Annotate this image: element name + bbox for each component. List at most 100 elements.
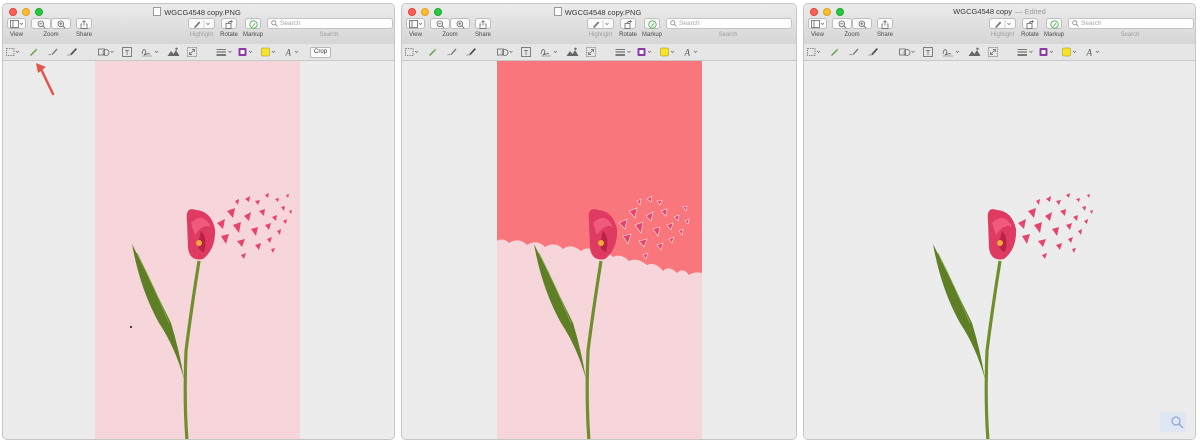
text-tool[interactable]: T bbox=[923, 47, 933, 57]
border-color-tool[interactable] bbox=[637, 47, 653, 57]
sign-tool[interactable] bbox=[942, 47, 961, 57]
text-style-tool[interactable]: A bbox=[285, 47, 301, 57]
adjust-size-tool[interactable] bbox=[586, 47, 596, 57]
sidebar-icon bbox=[811, 20, 824, 28]
svg-text:T: T bbox=[926, 50, 931, 57]
zoom-in-button[interactable] bbox=[51, 18, 71, 29]
zoom-out-button[interactable] bbox=[430, 18, 450, 29]
text-style-tool[interactable]: A bbox=[1086, 47, 1102, 57]
search-icon bbox=[1072, 20, 1079, 27]
adjust-color-tool[interactable] bbox=[566, 47, 579, 57]
draw-tool[interactable] bbox=[67, 47, 78, 57]
border-color-tool[interactable] bbox=[1039, 47, 1055, 57]
sketch-tool[interactable] bbox=[48, 47, 59, 57]
document-area bbox=[3, 61, 394, 439]
watermark-logo bbox=[1160, 412, 1186, 432]
fill-color-icon bbox=[660, 47, 675, 57]
markup-label: Markup bbox=[1043, 32, 1064, 38]
view-button[interactable] bbox=[808, 18, 827, 29]
markup-button[interactable] bbox=[644, 18, 660, 29]
markup-label: Markup bbox=[641, 32, 662, 38]
share-button[interactable] bbox=[475, 18, 491, 29]
share-button[interactable] bbox=[76, 18, 92, 29]
zoom-out-button[interactable] bbox=[832, 18, 852, 29]
search-icon bbox=[670, 20, 677, 27]
shapes-tool[interactable] bbox=[497, 47, 513, 57]
instant-alpha-tool[interactable] bbox=[428, 47, 438, 57]
shapes-icon bbox=[497, 48, 513, 56]
window-title: WGCG4548 copy.PNG bbox=[3, 7, 394, 17]
highlight-button[interactable] bbox=[188, 18, 215, 29]
text-tool[interactable]: T bbox=[521, 47, 531, 57]
draw-icon bbox=[466, 48, 476, 56]
instant-alpha-tool[interactable] bbox=[29, 47, 39, 57]
search-input[interactable]: Search bbox=[267, 18, 393, 29]
share-label: Share bbox=[75, 32, 92, 38]
highlight-button[interactable] bbox=[989, 18, 1016, 29]
draw-tool[interactable] bbox=[466, 47, 477, 57]
highlight-button[interactable] bbox=[587, 18, 614, 29]
sketch-tool[interactable] bbox=[447, 47, 458, 57]
text-box-icon: T bbox=[923, 47, 933, 57]
markup-button[interactable] bbox=[1046, 18, 1062, 29]
adjust-color-tool[interactable] bbox=[167, 47, 180, 57]
adjust-size-tool[interactable] bbox=[988, 47, 998, 57]
border-color-tool[interactable] bbox=[238, 47, 254, 57]
zoom-in-button[interactable] bbox=[450, 18, 470, 29]
image-canvas[interactable] bbox=[896, 61, 1101, 439]
view-label: View bbox=[811, 32, 824, 38]
rotate-button[interactable] bbox=[620, 18, 636, 29]
crop-button[interactable]: Crop bbox=[310, 47, 332, 58]
fill-color-tool[interactable] bbox=[261, 47, 277, 57]
instant-alpha-tool[interactable] bbox=[830, 47, 840, 57]
markup-button[interactable] bbox=[245, 18, 261, 29]
selection-tool[interactable] bbox=[6, 47, 20, 57]
tulip-photo bbox=[95, 61, 300, 439]
highlight-label: Highlight bbox=[189, 32, 214, 38]
rotate-button[interactable] bbox=[221, 18, 237, 29]
search-input[interactable]: Search bbox=[1068, 18, 1194, 29]
fill-color-tool[interactable] bbox=[1062, 47, 1078, 57]
shape-style-tool[interactable] bbox=[615, 47, 632, 57]
signature-icon bbox=[540, 49, 558, 57]
text-tool[interactable]: T bbox=[122, 47, 132, 57]
window-title: WGCG4548 copy — Edited bbox=[953, 7, 1046, 16]
shapes-tool[interactable] bbox=[899, 47, 915, 57]
adjust-size-icon bbox=[988, 47, 998, 57]
signature-icon bbox=[942, 49, 960, 57]
adjust-size-tool[interactable] bbox=[187, 47, 197, 57]
selection-tool[interactable] bbox=[405, 47, 419, 57]
zoom-out-button[interactable] bbox=[31, 18, 51, 29]
share-label: Share bbox=[474, 32, 491, 38]
instant-alpha-icon bbox=[831, 48, 839, 56]
document-area bbox=[804, 61, 1195, 439]
shapes-tool[interactable] bbox=[98, 47, 114, 57]
selection-tool[interactable] bbox=[807, 47, 821, 57]
image-canvas[interactable] bbox=[95, 61, 300, 439]
text-style-tool[interactable]: A bbox=[684, 47, 700, 57]
zoom-in-button[interactable] bbox=[852, 18, 872, 29]
instant-alpha-icon bbox=[429, 48, 437, 56]
share-button[interactable] bbox=[877, 18, 893, 29]
fill-color-icon bbox=[261, 47, 276, 57]
sign-tool[interactable] bbox=[540, 47, 559, 57]
image-canvas[interactable] bbox=[497, 61, 702, 439]
search-input[interactable]: Search bbox=[666, 18, 792, 29]
zoom-in-icon bbox=[858, 20, 867, 29]
sign-tool[interactable] bbox=[141, 47, 160, 57]
rotate-button[interactable] bbox=[1022, 18, 1038, 29]
search-icon bbox=[271, 20, 278, 27]
shape-style-tool[interactable] bbox=[216, 47, 233, 57]
sketch-icon bbox=[447, 48, 457, 56]
text-style-icon: A bbox=[285, 48, 299, 57]
shape-style-tool[interactable] bbox=[1017, 47, 1034, 57]
view-button[interactable] bbox=[7, 18, 26, 29]
zoom-in-icon bbox=[57, 20, 66, 29]
view-button[interactable] bbox=[406, 18, 425, 29]
fill-color-tool[interactable] bbox=[660, 47, 676, 57]
adjust-color-tool[interactable] bbox=[968, 47, 981, 57]
draw-tool[interactable] bbox=[868, 47, 879, 57]
border-color-icon bbox=[637, 48, 652, 56]
sketch-tool[interactable] bbox=[849, 47, 860, 57]
rectangle-select-icon bbox=[6, 48, 20, 56]
